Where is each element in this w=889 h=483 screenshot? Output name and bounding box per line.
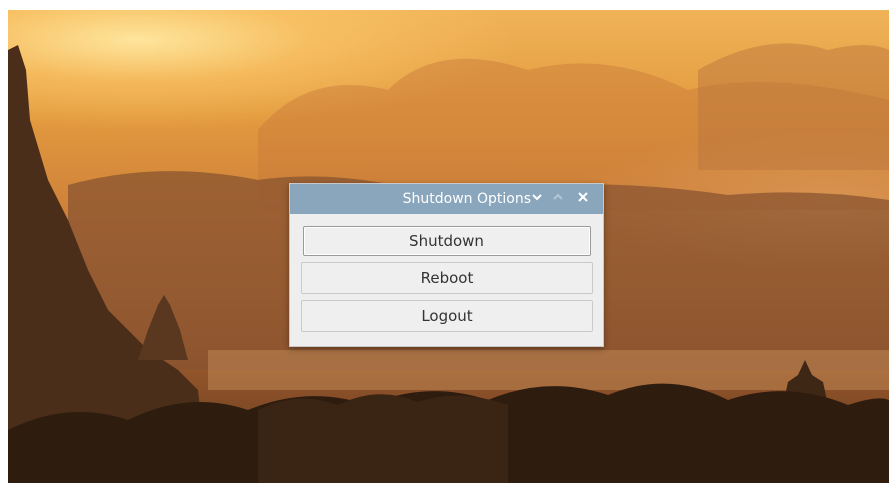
- desktop-wallpaper: Shutdown Options Shutdown Reboot Logout: [8, 10, 889, 483]
- logout-button[interactable]: Logout: [301, 300, 593, 332]
- shutdown-button[interactable]: Shutdown: [302, 226, 591, 256]
- dialog-content: Shutdown Reboot Logout: [290, 214, 603, 332]
- close-icon: [578, 192, 588, 202]
- shutdown-options-dialog: Shutdown Options Shutdown Reboot Logout: [289, 183, 604, 347]
- maximize-button[interactable]: [552, 191, 568, 207]
- chevron-down-icon: [532, 194, 542, 201]
- dialog-titlebar[interactable]: Shutdown Options: [290, 184, 603, 214]
- chevron-up-icon: [553, 193, 563, 200]
- reboot-button[interactable]: Reboot: [301, 262, 593, 294]
- minimize-button[interactable]: [531, 191, 547, 207]
- dialog-title: Shutdown Options: [402, 191, 531, 207]
- close-button[interactable]: [577, 191, 593, 207]
